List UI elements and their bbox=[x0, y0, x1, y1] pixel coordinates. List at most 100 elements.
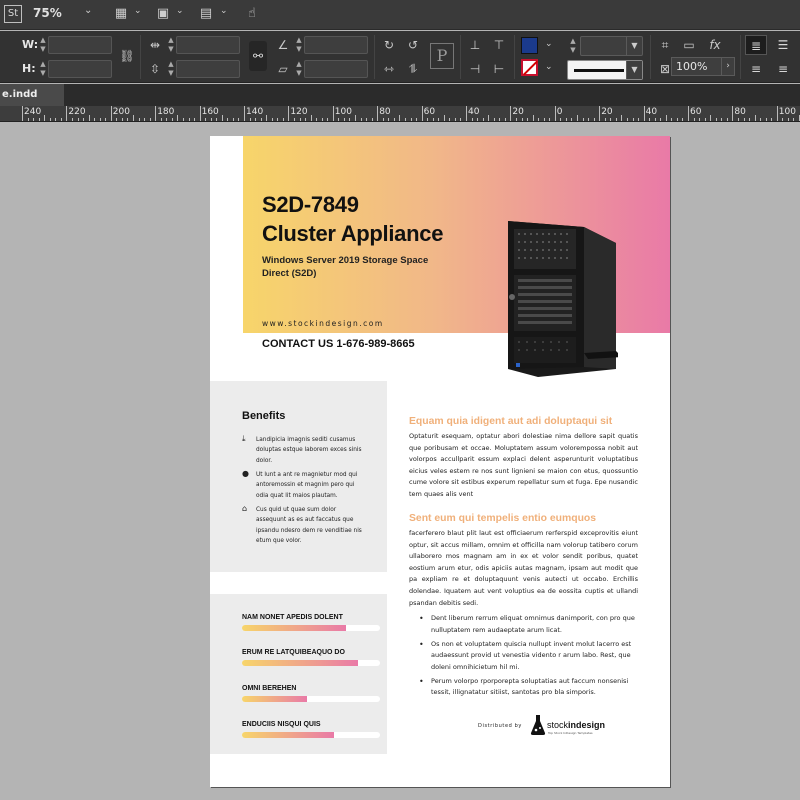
arrange-documents-icon[interactable]: ▤ bbox=[197, 5, 215, 23]
width-field[interactable] bbox=[48, 36, 112, 54]
ruler-tick bbox=[649, 118, 651, 121]
ruler-tick bbox=[310, 115, 312, 121]
text-align-center-button[interactable]: ≡ bbox=[745, 59, 767, 79]
ruler-tick bbox=[471, 118, 473, 121]
stroke-caret-icon[interactable]: ⌄ bbox=[545, 62, 553, 72]
stock-logo-icon[interactable]: St bbox=[4, 5, 22, 23]
ruler-tick bbox=[366, 118, 368, 121]
ruler-tick bbox=[771, 118, 773, 121]
rotate-angle-icon[interactable]: ∠ bbox=[274, 36, 292, 54]
section2-body: facerferero blaut plit laut est officiae… bbox=[409, 529, 638, 607]
height-field[interactable] bbox=[48, 60, 112, 78]
ruler-tick bbox=[88, 115, 90, 121]
ruler-tick bbox=[22, 106, 23, 121]
flip-vertical-icon[interactable]: ⥮ bbox=[404, 60, 422, 78]
ruler-tick bbox=[477, 118, 479, 121]
stroke-weight-dropdown[interactable]: ▼ bbox=[580, 36, 643, 56]
scale-y-field[interactable] bbox=[176, 60, 240, 78]
ruler-tick bbox=[582, 118, 584, 121]
scale-x-stepper-icon[interactable]: ▲ ▼ bbox=[166, 36, 176, 54]
opacity-field[interactable]: 100% bbox=[671, 57, 723, 76]
frame-fitting-icon[interactable]: ⌗ bbox=[656, 36, 674, 54]
document-tab[interactable]: e.indd bbox=[0, 84, 64, 106]
ruler-tick bbox=[416, 118, 418, 121]
width-label: W: bbox=[22, 38, 39, 51]
stroke-swatch[interactable] bbox=[521, 59, 538, 76]
scale-x-field[interactable] bbox=[176, 36, 240, 54]
ruler-tick bbox=[371, 118, 373, 121]
scale-y-stepper-icon[interactable]: ▲ ▼ bbox=[166, 60, 176, 78]
skill-bar-track bbox=[242, 696, 380, 702]
ruler-tick bbox=[205, 118, 207, 121]
ruler-tick bbox=[227, 118, 229, 121]
ruler-number: 240 bbox=[24, 107, 42, 117]
ruler-tick bbox=[377, 106, 379, 121]
ruler-number: 20 bbox=[601, 107, 613, 117]
ruler-tick bbox=[388, 118, 390, 121]
ruler-tick bbox=[438, 118, 440, 121]
scale-y-icon[interactable]: ⇳ bbox=[146, 60, 164, 78]
ruler-tick bbox=[260, 118, 262, 121]
frame-grid-icon[interactable]: ▦ bbox=[112, 5, 130, 23]
ruler-tick bbox=[382, 118, 384, 121]
horizontal-ruler[interactable]: 240 220 200 180 160 140 120 100 80 60 40 20 0 20 40 60 8… bbox=[0, 106, 800, 122]
text-align-justify-button[interactable]: ≣ bbox=[745, 35, 767, 55]
ruler-tick bbox=[210, 118, 212, 121]
rotate-field[interactable] bbox=[304, 36, 368, 54]
drop-shadow-icon[interactable]: ▭ bbox=[680, 36, 698, 54]
scale-x-icon[interactable]: ⇹ bbox=[146, 36, 164, 54]
ruler-tick bbox=[349, 118, 351, 121]
shear-angle-icon[interactable]: ▱ bbox=[274, 60, 292, 78]
ruler-tick bbox=[654, 118, 656, 121]
align-left-icon[interactable]: ⊣ bbox=[466, 60, 484, 78]
ruler-tick bbox=[44, 115, 46, 121]
fill-caret-icon[interactable]: ⌄ bbox=[545, 39, 553, 49]
ruler-tick bbox=[127, 118, 129, 121]
ruler-tick bbox=[138, 118, 140, 121]
view-options-caret-icon[interactable]: ⌄ bbox=[134, 6, 142, 16]
shear-stepper-icon[interactable]: ▲ ▼ bbox=[294, 60, 304, 78]
align-hcenter-icon[interactable]: ⊢ bbox=[490, 60, 508, 78]
shear-field[interactable] bbox=[304, 60, 368, 78]
building-icon: ⌂ bbox=[242, 504, 248, 513]
ruler-tick bbox=[699, 118, 701, 121]
ruler-tick bbox=[643, 106, 645, 121]
arrange-caret-icon[interactable]: ⌄ bbox=[220, 6, 228, 16]
ruler-tick bbox=[543, 118, 545, 121]
stroke-weight-stepper-icon[interactable]: ▲ ▼ bbox=[568, 37, 578, 55]
screen-mode-icon[interactable]: ▣ bbox=[154, 5, 172, 23]
constrain-proportions-icon[interactable]: ⛓ bbox=[118, 47, 136, 65]
width-stepper-icon[interactable]: ▲ ▼ bbox=[38, 36, 48, 54]
stroke-type-dropdown[interactable]: ▼ bbox=[567, 60, 643, 80]
ruler-tick bbox=[166, 118, 168, 121]
rotate-cw-icon[interactable]: ↻ bbox=[380, 36, 398, 54]
text-align-right-button[interactable]: ≡ bbox=[772, 59, 794, 79]
text-align-left-button[interactable]: ☰ bbox=[772, 35, 794, 55]
ruler-tick bbox=[527, 118, 529, 121]
document-page[interactable]: S2D-7849 Cluster Appliance Windows Serve… bbox=[210, 136, 670, 787]
section1-body: Optaturit esequam, optatur abori dolesti… bbox=[409, 432, 638, 498]
effects-fx-icon[interactable]: fx bbox=[706, 36, 724, 54]
flip-horizontal-icon[interactable]: ⇿ bbox=[380, 60, 398, 78]
ruler-tick bbox=[321, 118, 323, 121]
zoom-dropdown-icon[interactable]: ⌄ bbox=[84, 5, 92, 16]
screen-mode-caret-icon[interactable]: ⌄ bbox=[176, 6, 184, 16]
rotate-stepper-icon[interactable]: ▲ ▼ bbox=[294, 36, 304, 54]
height-stepper-icon[interactable]: ▲ ▼ bbox=[38, 60, 48, 78]
stroke-type-preview bbox=[574, 69, 624, 72]
rotate-ccw-icon[interactable]: ↺ bbox=[404, 36, 422, 54]
zoom-level[interactable]: 75% bbox=[33, 6, 62, 20]
align-vcenter-icon[interactable]: ⊤ bbox=[490, 36, 508, 54]
ruler-tick bbox=[538, 118, 540, 121]
ruler-tick bbox=[521, 118, 523, 121]
ruler-tick bbox=[493, 118, 495, 121]
link-scale-button[interactable]: ⚯ bbox=[249, 41, 267, 71]
ruler-tick bbox=[149, 118, 151, 121]
ruler-tick bbox=[721, 118, 723, 121]
align-top-icon[interactable]: ⊥ bbox=[466, 36, 484, 54]
publish-online-icon[interactable]: ☝ bbox=[243, 5, 261, 23]
brand-wordmark: stockindesign bbox=[547, 720, 605, 730]
ruler-tick bbox=[404, 118, 406, 121]
opacity-arrow-icon[interactable]: › bbox=[721, 57, 735, 76]
fill-swatch[interactable] bbox=[521, 37, 538, 54]
